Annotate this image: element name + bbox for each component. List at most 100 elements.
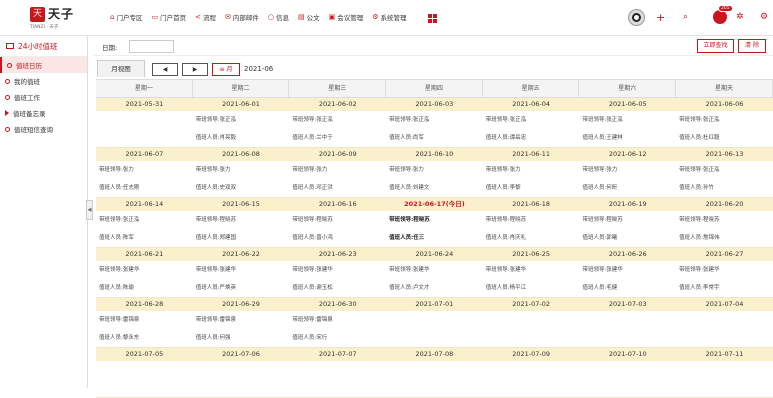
tab-month-view[interactable]: 月视图 <box>97 60 145 77</box>
sidebar-item-3[interactable]: 值班备忘录 <box>0 105 87 121</box>
calendar-date[interactable]: 2021-06-22 <box>193 248 290 261</box>
nav-item-1[interactable]: ▭ 门户首页 <box>151 12 186 22</box>
calendar-date[interactable]: 2021-06-07 <box>96 148 193 161</box>
duty-staff-name: 严焕英 <box>219 285 237 291</box>
settings-icon[interactable]: ⚙ <box>760 11 768 24</box>
calendar-date[interactable]: 2021-06-20 <box>676 198 773 211</box>
calendar-date[interactable]: 2021-06-05 <box>579 98 676 111</box>
apps-grid-icon[interactable] <box>428 14 437 23</box>
duty-staff-label: 值班人员: <box>195 285 220 291</box>
search-button[interactable]: 立即查找 <box>697 39 734 53</box>
calendar-date[interactable]: 2021-06-03 <box>386 98 483 111</box>
nav-item-0[interactable]: ⌂ 门户专区 <box>110 12 142 22</box>
collapse-sidebar-handle[interactable]: ◀ <box>86 200 93 220</box>
calendar-date[interactable]: 2021-07-11 <box>676 348 773 361</box>
calendar-date[interactable]: 2021-06-18 <box>483 198 580 211</box>
calendar-date[interactable]: 2021-06-21 <box>96 248 193 261</box>
weekday-0: 星期一 <box>96 80 193 98</box>
duty-leader: 带班领导:张正泓 <box>483 111 580 129</box>
calendar-date[interactable]: 2021-07-07 <box>289 348 386 361</box>
calendar-date[interactable]: 2021-07-10 <box>579 348 676 361</box>
add-icon[interactable]: + <box>656 11 665 24</box>
nav-item-2[interactable]: < 流程 <box>195 12 216 22</box>
calendar-week: 2021-05-31 2021-06-01 2021-06-02 2021-06-03… <box>96 98 773 148</box>
month-button[interactable]: ≡ 月 <box>212 63 240 76</box>
duty-leader: 带班领导:张建华 <box>483 261 580 279</box>
notification-icon[interactable] <box>713 10 727 24</box>
calendar-date[interactable]: 2021-07-04 <box>676 298 773 311</box>
duty-staff <box>289 379 386 397</box>
calendar-date[interactable]: 2021-06-28 <box>96 298 193 311</box>
date-input[interactable] <box>129 40 174 53</box>
calendar-date[interactable]: 2021-07-05 <box>96 348 193 361</box>
calendar-date[interactable]: 2021-06-08 <box>193 148 290 161</box>
calendar-date[interactable]: 2021-06-01 <box>193 98 290 111</box>
duty-staff: 值班人员:王建林 <box>579 129 676 147</box>
duty-staff-name: 杜红毅 <box>702 135 720 141</box>
calendar-week: 2021-06-28 2021-06-29 2021-06-30 2021-07-01… <box>96 298 773 348</box>
clear-button[interactable]: 清 除 <box>738 39 766 53</box>
calendar-date[interactable]: 2021-07-02 <box>483 298 580 311</box>
sidebar-item-4[interactable]: 值班短信查询 <box>0 121 87 137</box>
nav-item-3[interactable]: ✉ 内部邮件 <box>225 12 259 22</box>
calendar-date[interactable]: 2021-06-30 <box>289 298 386 311</box>
calendar-date[interactable]: 2021-06-23 <box>289 248 386 261</box>
calendar-date[interactable]: 2021-05-31 <box>96 98 193 111</box>
duty-staff: 值班人员:史双双 <box>193 179 290 197</box>
calendar-date[interactable]: 2021-07-08 <box>386 348 483 361</box>
calendar-date[interactable]: 2021-06-12 <box>579 148 676 161</box>
duty-staff: 值班人员:严焕英 <box>193 279 290 297</box>
calendar-date[interactable]: 2021-06-13 <box>676 148 773 161</box>
calendar-date[interactable]: 2021-06-26 <box>579 248 676 261</box>
duty-staff <box>193 379 290 397</box>
duty-leader: 带班领导:张建华 <box>579 261 676 279</box>
duty-staff: 值班人员:兰中于 <box>289 129 386 147</box>
calendar-date[interactable]: 2021-06-10 <box>386 148 483 161</box>
calendar-date[interactable]: 2021-06-06 <box>676 98 773 111</box>
calendar-date[interactable]: 2021-06-14 <box>96 198 193 211</box>
next-month-button[interactable]: ▶ <box>182 63 208 76</box>
calendar-date[interactable]: 2021-06-09 <box>289 148 386 161</box>
calendar-date[interactable]: 2021-06-15 <box>193 198 290 211</box>
nav-item-5[interactable]: ▤ 公文 <box>298 12 320 22</box>
duty-leader-label: 带班领导: <box>195 167 220 173</box>
nav-item-6[interactable]: ▣ 会议管理 <box>329 12 364 22</box>
duty-leader: 带班领导:张正泓 <box>676 161 773 179</box>
duty-leader-name: 雷锦泉 <box>219 317 237 323</box>
duty-leader-label: 带班领导: <box>389 217 414 223</box>
sidebar-item-0[interactable]: 值班日历 <box>0 57 87 73</box>
duty-staff <box>483 379 580 397</box>
sidebar-item-1[interactable]: 我的值班 <box>0 73 87 89</box>
calendar-date[interactable]: 2021-07-03 <box>579 298 676 311</box>
sidebar-item-2[interactable]: 值班工作 <box>0 89 87 105</box>
duty-staff: 值班人员:郑建国 <box>193 229 290 247</box>
calendar-date[interactable]: 2021-06-29 <box>193 298 290 311</box>
calendar-date[interactable]: 2021-06-17(今日) <box>386 198 483 211</box>
calendar-date[interactable]: 2021-06-02 <box>289 98 386 111</box>
calendar-date[interactable]: 2021-06-16 <box>289 198 386 211</box>
calendar-date[interactable]: 2021-07-09 <box>483 348 580 361</box>
duty-staff: 值班人员:刘建文 <box>386 179 483 197</box>
nav-item-4[interactable]: ○ 信息 <box>268 12 289 22</box>
duty-leader-name: 程晓苏 <box>509 217 527 223</box>
search-icon[interactable]: ⌕ <box>683 11 688 24</box>
nav-item-7[interactable]: ⚙ 系统管理 <box>372 12 406 22</box>
sidebar-header[interactable]: 24小时值班 <box>0 36 87 57</box>
calendar-date[interactable]: 2021-06-25 <box>483 248 580 261</box>
nav-icon: < <box>195 13 201 21</box>
calendar-date[interactable]: 2021-06-19 <box>579 198 676 211</box>
user-avatar[interactable] <box>628 9 645 26</box>
calendar-date[interactable]: 2021-07-06 <box>193 348 290 361</box>
logo[interactable]: 天 天子 TIANZI · 天子 <box>30 5 88 32</box>
calendar-date[interactable]: 2021-06-11 <box>483 148 580 161</box>
duty-leader <box>676 361 773 379</box>
calendar-date[interactable]: 2021-06-24 <box>386 248 483 261</box>
calendar-date[interactable]: 2021-07-01 <box>386 298 483 311</box>
bug-icon[interactable]: ✲ <box>736 11 744 24</box>
calendar-weekday-header: 星期一 星期二 星期三 星期四 星期五 星期六 星期天 <box>96 79 773 98</box>
calendar-date[interactable]: 2021-06-04 <box>483 98 580 111</box>
calendar-date[interactable]: 2021-06-27 <box>676 248 773 261</box>
prev-month-button[interactable]: ◀ <box>152 63 178 76</box>
weekday-3: 星期四 <box>386 80 483 98</box>
duty-staff-name: 李黎 <box>509 185 521 191</box>
